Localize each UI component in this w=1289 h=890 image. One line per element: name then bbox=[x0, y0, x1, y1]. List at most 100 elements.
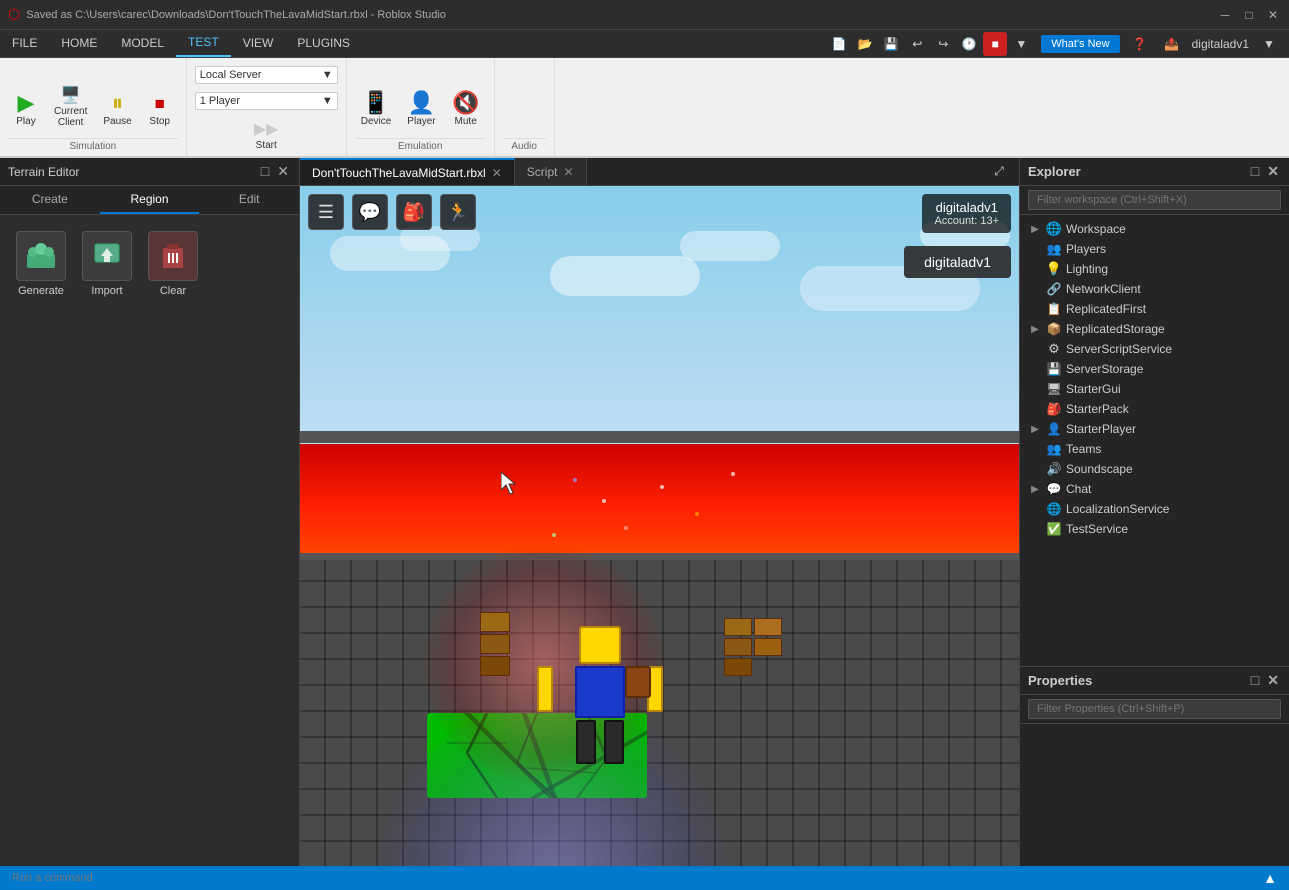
menu-test[interactable]: TEST bbox=[176, 30, 231, 57]
tree-item-serverstorage[interactable]: 💾 ServerStorage bbox=[1020, 359, 1289, 379]
generate-tool[interactable]: Generate bbox=[16, 231, 66, 297]
chat-expand-icon[interactable]: ▶ bbox=[1028, 482, 1042, 496]
brick bbox=[724, 618, 752, 636]
account-chevron-icon[interactable]: ▼ bbox=[1257, 32, 1281, 56]
import-tool[interactable]: Import bbox=[82, 231, 132, 297]
properties-close-button[interactable]: ✕ bbox=[1265, 672, 1281, 689]
players-icon: 👥 bbox=[1046, 241, 1062, 257]
simulation-label: Simulation bbox=[8, 138, 178, 152]
character bbox=[555, 626, 645, 764]
history-icon[interactable]: 🕐 bbox=[957, 32, 981, 56]
terrain-tab-region[interactable]: Region bbox=[100, 186, 200, 214]
help-icon[interactable]: ❓ bbox=[1128, 32, 1152, 56]
local-server-dropdown[interactable]: Local Server ▼ bbox=[195, 66, 338, 84]
properties-restore-button[interactable]: □ bbox=[1249, 672, 1261, 689]
soundscape-icon: 🔊 bbox=[1046, 461, 1062, 477]
terrain-restore-button[interactable]: □ bbox=[259, 163, 271, 180]
open-file-icon[interactable]: 📂 bbox=[853, 32, 877, 56]
player-button[interactable]: 👤 Player bbox=[401, 88, 441, 132]
ribbon: ▶ Play 🖥️ CurrentClient ⏸ Pause ⏹ Stop S… bbox=[0, 58, 1289, 158]
tree-item-serverscriptservice[interactable]: ⚙ ServerScriptService bbox=[1020, 339, 1289, 359]
tree-item-soundscape[interactable]: 🔊 Soundscape bbox=[1020, 459, 1289, 479]
starterplayer-expand-icon[interactable]: ▶ bbox=[1028, 422, 1042, 436]
stop-label: Stop bbox=[149, 116, 170, 128]
properties-search-input[interactable] bbox=[1028, 699, 1281, 719]
share-icon[interactable]: 📤 bbox=[1160, 32, 1184, 56]
start-button[interactable]: ▶▶ Start bbox=[246, 118, 286, 156]
replicatedstorage-expand-icon[interactable]: ▶ bbox=[1028, 322, 1042, 336]
menu-button[interactable]: ☰ bbox=[308, 194, 344, 230]
tree-item-replicatedfirst[interactable]: 📋 ReplicatedFirst bbox=[1020, 299, 1289, 319]
menu-file[interactable]: FILE bbox=[0, 30, 49, 57]
menu-view[interactable]: VIEW bbox=[231, 30, 286, 57]
mute-button[interactable]: 🔇 Mute bbox=[446, 88, 486, 132]
command-input[interactable] bbox=[12, 872, 1255, 884]
tree-item-testservice[interactable]: ✅ TestService bbox=[1020, 519, 1289, 539]
serverscriptservice-expand-icon bbox=[1028, 342, 1042, 356]
explorer-close-button[interactable]: ✕ bbox=[1265, 163, 1281, 180]
editor-tabs: Don'tTouchTheLavaMidStart.rbxl ✕ Script … bbox=[300, 158, 1019, 186]
terrain-editor-panel: Terrain Editor □ ✕ Create Region Edit bbox=[0, 158, 300, 866]
undo-icon[interactable]: ↩ bbox=[905, 32, 929, 56]
editor-tab-script-close[interactable]: ✕ bbox=[563, 165, 573, 179]
save-status: Saved as C:\Users\carec\Downloads\Don'tT… bbox=[26, 9, 446, 21]
tree-item-chat[interactable]: ▶ 💬 Chat bbox=[1020, 479, 1289, 499]
terrain-tab-create[interactable]: Create bbox=[0, 186, 100, 214]
player-count-dropdown[interactable]: 1 Player ▼ bbox=[195, 92, 338, 110]
tree-item-players[interactable]: 👥 Players bbox=[1020, 239, 1289, 259]
pause-button[interactable]: ⏸ Pause bbox=[97, 88, 137, 132]
generate-icon bbox=[16, 231, 66, 281]
tree-item-startergui[interactable]: 🖥 StarterGui bbox=[1020, 379, 1289, 399]
terrain-tab-edit[interactable]: Edit bbox=[199, 186, 299, 214]
tree-item-starterplayer[interactable]: ▶ 👤 StarterPlayer bbox=[1020, 419, 1289, 439]
editor-tab-main[interactable]: Don'tTouchTheLavaMidStart.rbxl ✕ bbox=[300, 158, 515, 185]
close-button[interactable]: ✕ bbox=[1265, 7, 1281, 23]
replicatedfirst-expand-icon bbox=[1028, 302, 1042, 316]
character-button[interactable]: 🏃 bbox=[440, 194, 476, 230]
tree-item-teams[interactable]: 👥 Teams bbox=[1020, 439, 1289, 459]
tree-item-lighting[interactable]: 💡 Lighting bbox=[1020, 259, 1289, 279]
terrain-close-button[interactable]: ✕ bbox=[275, 163, 291, 180]
explorer-title: Explorer bbox=[1028, 164, 1081, 179]
testservice-icon: ✅ bbox=[1046, 521, 1062, 537]
menu-plugins[interactable]: PLUGINS bbox=[285, 30, 362, 57]
settings-icon[interactable]: ■ bbox=[983, 32, 1007, 56]
whats-new-button[interactable]: What's New bbox=[1041, 35, 1119, 53]
simulation-buttons: ▶ Play 🖥️ CurrentClient ⏸ Pause ⏹ Stop bbox=[8, 62, 178, 136]
tree-item-replicatedstorage[interactable]: ▶ 📦 ReplicatedStorage bbox=[1020, 319, 1289, 339]
tree-item-localizationservice[interactable]: 🌐 LocalizationService bbox=[1020, 499, 1289, 519]
backpack-button[interactable]: 🎒 bbox=[396, 194, 432, 230]
editor-tab-script[interactable]: Script ✕ bbox=[515, 158, 587, 185]
extra-settings-icon[interactable]: ▼ bbox=[1009, 32, 1033, 56]
redo-icon[interactable]: ↪ bbox=[931, 32, 955, 56]
replicatedstorage-label: ReplicatedStorage bbox=[1066, 322, 1165, 336]
top-area: FILE HOME MODEL TEST VIEW PLUGINS 📄 📂 💾 … bbox=[0, 30, 1289, 58]
explorer-restore-button[interactable]: □ bbox=[1249, 163, 1261, 180]
menu-model[interactable]: MODEL bbox=[109, 30, 176, 57]
play-button[interactable]: ▶ Play bbox=[8, 88, 44, 132]
viewport[interactable]: ☰ 💬 🎒 🏃 digitaladv1 Account: 13+ digital… bbox=[300, 186, 1019, 866]
maximize-editor-button[interactable]: ⤢ bbox=[987, 160, 1011, 184]
stop-button[interactable]: ⏹ Stop bbox=[142, 90, 178, 132]
current-client-button[interactable]: 🖥️ CurrentClient bbox=[48, 84, 93, 132]
save-file-icon[interactable]: 💾 bbox=[879, 32, 903, 56]
right-panel: Explorer □ ✕ ▶ 🌐 Workspace 👥 Players bbox=[1019, 158, 1289, 866]
maximize-button[interactable]: □ bbox=[1241, 7, 1257, 23]
tree-item-starterpack[interactable]: 🎒 StarterPack bbox=[1020, 399, 1289, 419]
menu-home[interactable]: HOME bbox=[49, 30, 109, 57]
clear-tool[interactable]: Clear bbox=[148, 231, 198, 297]
tree-item-workspace[interactable]: ▶ 🌐 Workspace bbox=[1020, 219, 1289, 239]
editor-tab-main-close[interactable]: ✕ bbox=[492, 166, 502, 180]
new-file-icon[interactable]: 📄 bbox=[827, 32, 851, 56]
expand-bottombar-button[interactable]: ▲ bbox=[1263, 870, 1277, 886]
workspace-expand-icon[interactable]: ▶ bbox=[1028, 222, 1042, 236]
import-label: Import bbox=[91, 285, 122, 297]
minimize-button[interactable]: ─ bbox=[1217, 7, 1233, 23]
device-label: Device bbox=[361, 116, 392, 128]
startergui-expand-icon bbox=[1028, 382, 1042, 396]
device-icon: 📱 bbox=[362, 92, 389, 114]
explorer-search-input[interactable] bbox=[1028, 190, 1281, 210]
tree-item-networkclient[interactable]: 🔗 NetworkClient bbox=[1020, 279, 1289, 299]
device-button[interactable]: 📱 Device bbox=[355, 88, 398, 132]
chat-button[interactable]: 💬 bbox=[352, 194, 388, 230]
